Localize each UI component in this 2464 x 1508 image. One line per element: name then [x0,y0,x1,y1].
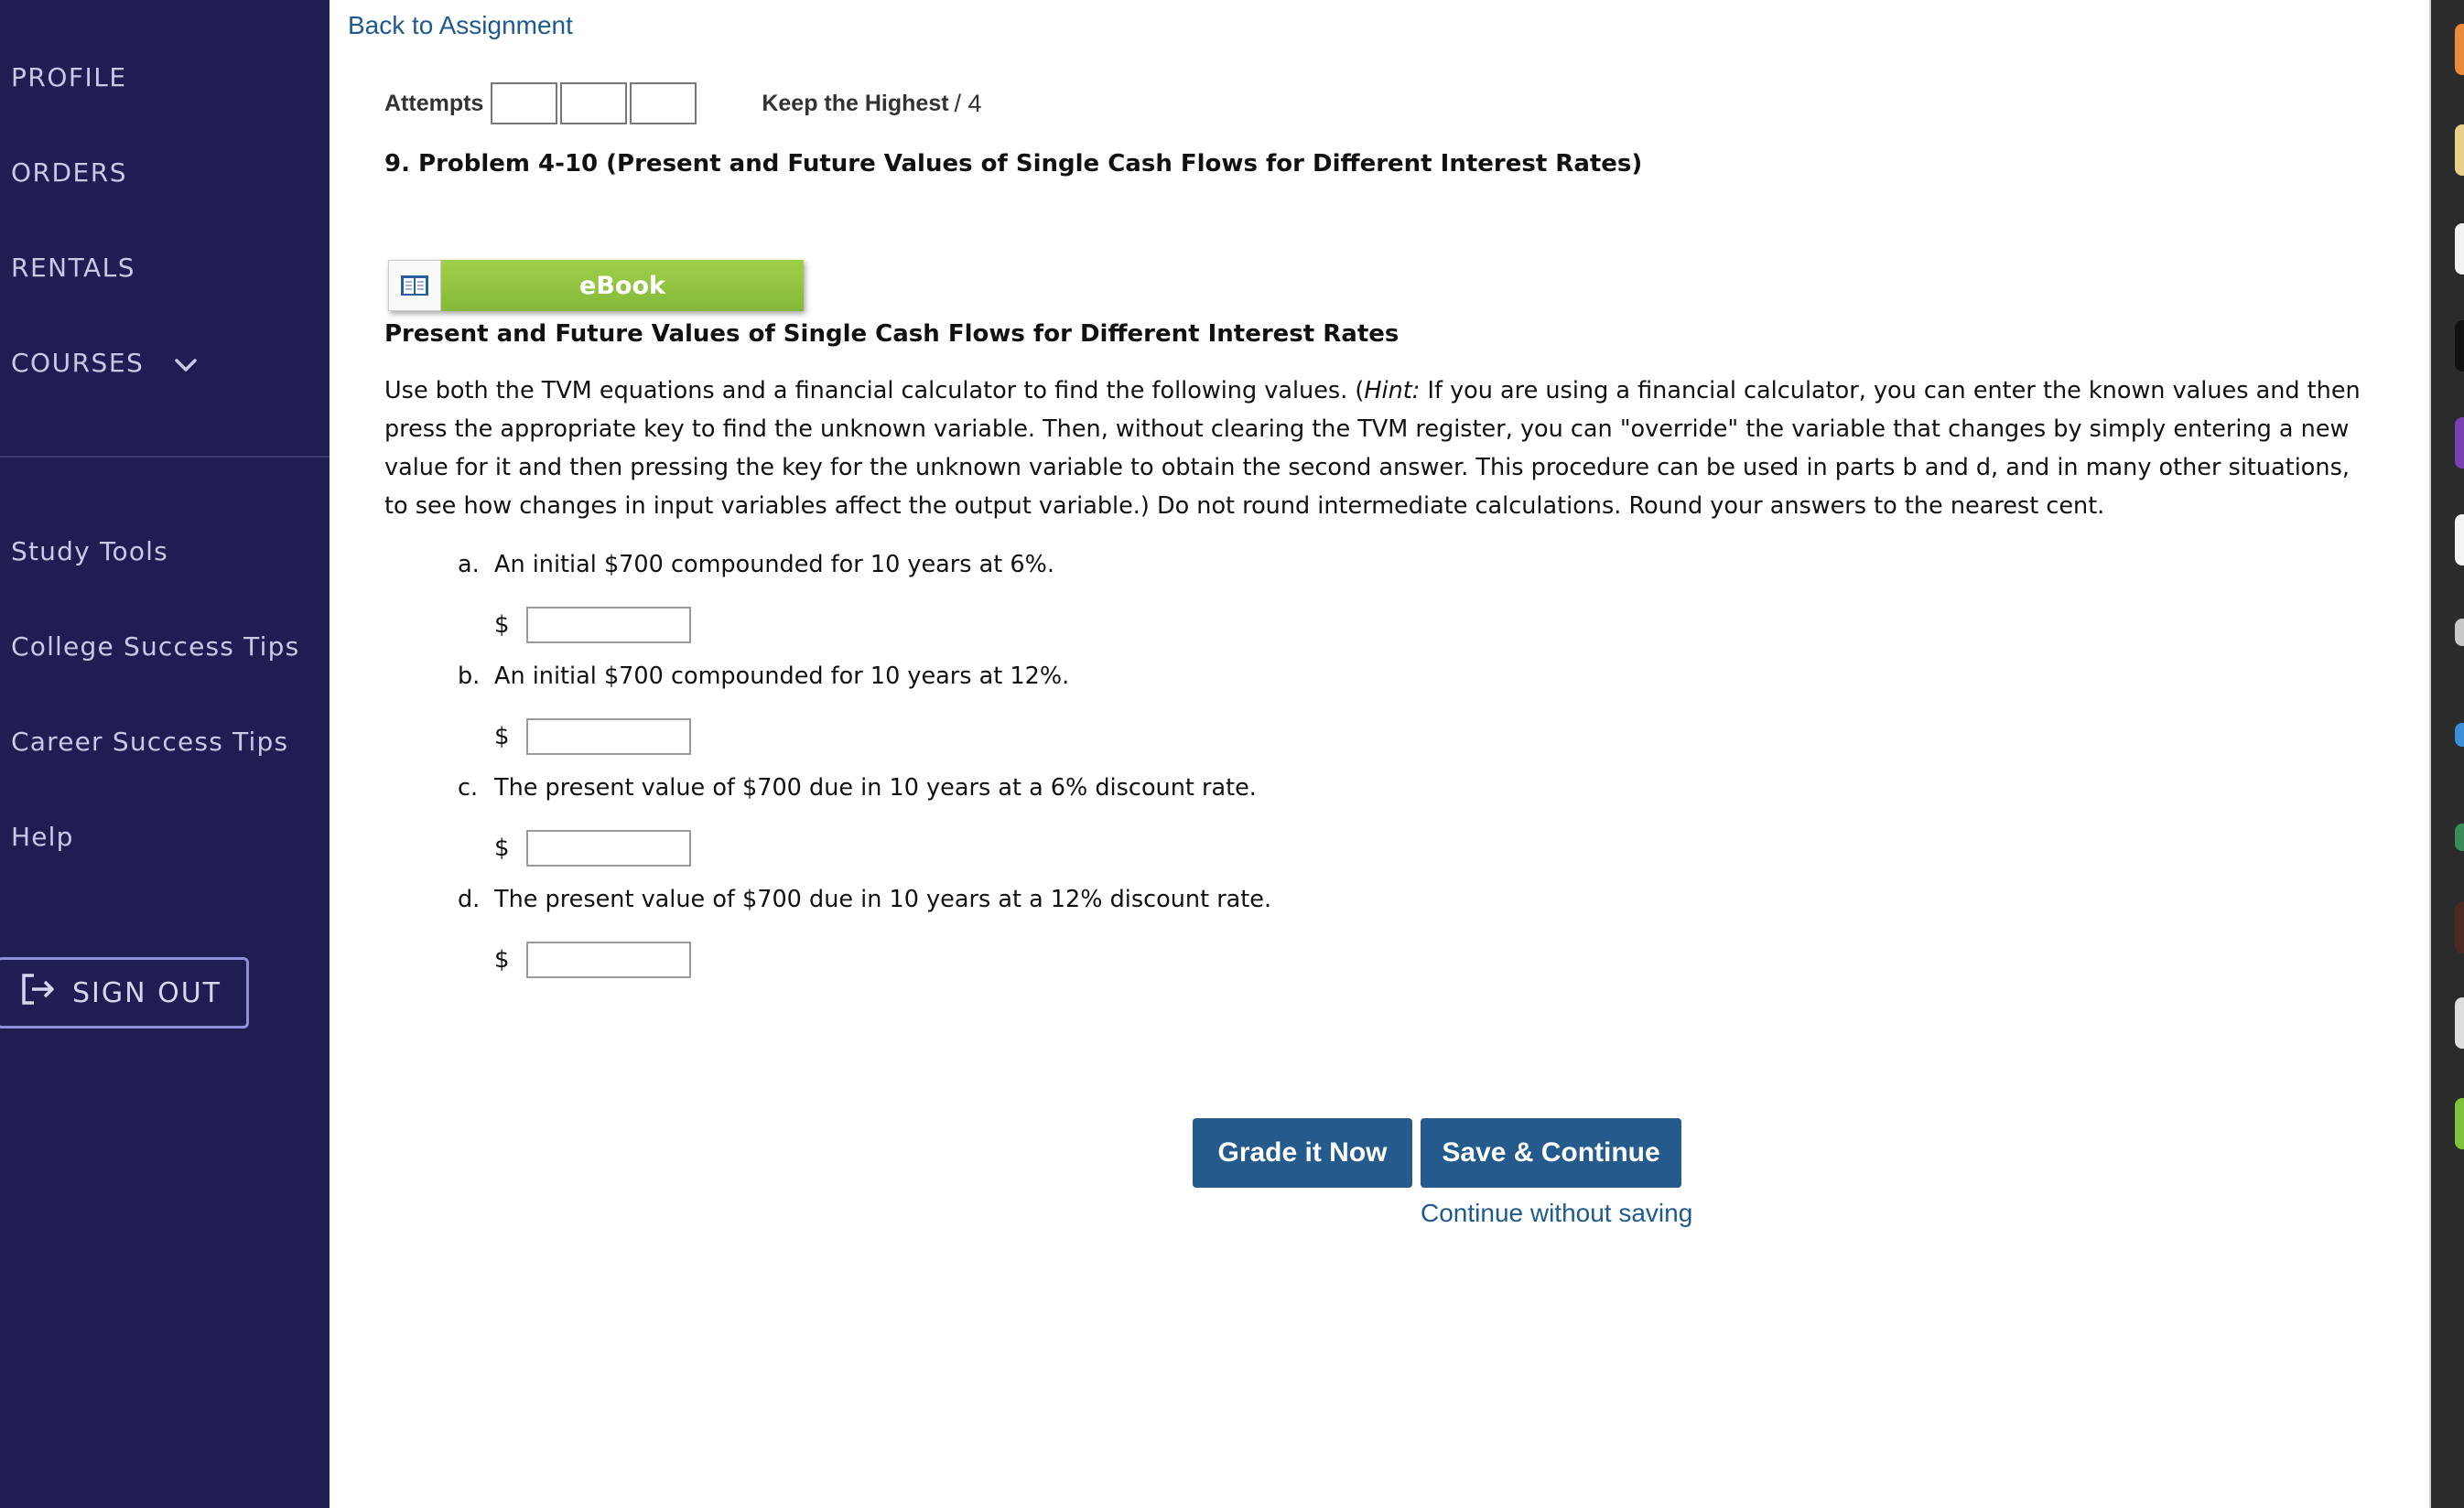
answer-input-a[interactable] [525,607,691,643]
nav-college-success-tips[interactable]: College Success Tips [11,631,299,662]
sign-out-icon [0,973,72,1013]
save-continue-button[interactable]: Save & Continue [1421,1118,1681,1188]
back-to-assignment-link[interactable]: Back to Assignment [348,11,573,40]
dock-app-icon[interactable] [2455,514,2464,566]
answer-row-a: $ [494,607,691,643]
dock-app-icon[interactable] [2455,824,2464,851]
instructions-text: Use both the TVM equations and a financi… [384,377,1365,404]
dock-app-icon[interactable] [2455,223,2464,275]
question-text: An initial $700 compounded for 10 years … [494,551,1054,578]
question-text: The present value of $700 due in 10 year… [494,774,1257,802]
problem-instructions: Use both the TVM equations and a financi… [384,372,2372,525]
nav-study-tools[interactable]: Study Tools [11,536,168,566]
question-c: c. The present value of $700 due in 10 ye… [458,774,1257,802]
nav-career-success-tips[interactable]: Career Success Tips [11,727,288,757]
nav-rentals[interactable]: RENTALS [11,253,135,283]
dock-app-icon[interactable] [2455,124,2464,176]
sidebar-divider [0,456,330,458]
dock-app-icon[interactable] [2455,320,2464,372]
question-a: a. An initial $700 compounded for 10 year… [458,551,1054,578]
answer-row-d: $ [494,942,691,978]
question-b: b. An initial $700 compounded for 10 year… [458,662,1069,690]
attempt-box [630,82,697,124]
attempt-box [491,82,558,124]
attempt-box [560,82,628,124]
answer-input-c[interactable] [525,830,691,867]
hint-label: Hint: [1364,377,1421,404]
dock-app-icon[interactable] [2455,723,2464,747]
keep-highest-label: Keep the Highest [762,90,949,116]
question-d: d. The present value of $700 due in 10 ye… [458,886,1271,913]
nav-profile[interactable]: PROFILE [11,62,127,92]
currency-symbol: $ [494,611,510,639]
nav-courses-label: COURSES [11,348,145,378]
answer-input-b[interactable] [525,718,691,755]
answer-row-b: $ [494,718,691,755]
ebook-label: eBook [441,260,804,311]
book-icon [388,260,441,311]
question-letter: d. [458,886,481,913]
nav-courses[interactable]: COURSES [11,348,198,380]
answer-input-d[interactable] [525,942,691,978]
nav-help[interactable]: Help [11,822,74,852]
question-text: An initial $700 compounded for 10 years … [494,662,1070,690]
ebook-button[interactable]: eBook [388,260,804,311]
question-letter: c. [458,774,479,802]
attempts-label: Attempts [384,90,484,116]
answer-row-c: $ [494,830,691,867]
dock-app-icon[interactable] [2455,24,2464,75]
currency-symbol: $ [494,723,510,750]
dock-app-icon[interactable] [2455,902,2464,953]
problem-subtitle: Present and Future Values of Single Cash… [384,320,1400,348]
sidebar: PROFILE ORDERS RENTALS COURSES Study Too… [0,0,330,1508]
dock-app-icon[interactable] [2455,417,2464,469]
question-text: The present value of $700 due in 10 year… [494,886,1272,913]
sign-out-label: SIGN OUT [72,976,222,1009]
sign-out-button[interactable]: SIGN OUT [0,957,249,1029]
question-letter: a. [458,551,480,578]
dock-app-icon[interactable] [2455,1098,2464,1149]
continue-without-saving-link[interactable]: Continue without saving [1421,1199,1692,1228]
question-letter: b. [458,662,481,690]
chevron-down-icon [174,350,198,380]
dock-app-icon[interactable] [2455,619,2464,646]
attempts-row: Attempts Keep the Highest / 4 [384,82,982,124]
dock-app-icon[interactable] [2455,997,2464,1049]
currency-symbol: $ [494,946,510,974]
nav-orders[interactable]: ORDERS [11,157,127,188]
keep-highest-score: / 4 [954,89,982,117]
problem-title: 9. Problem 4-10 (Present and Future Valu… [384,150,1643,178]
grade-it-now-button[interactable]: Grade it Now [1193,1118,1412,1188]
currency-symbol: $ [494,835,510,862]
